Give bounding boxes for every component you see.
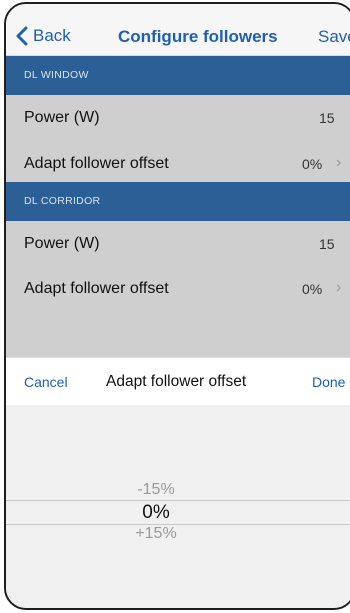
list-empty-area: [6, 312, 350, 357]
row-label: Adapt follower offset: [24, 155, 169, 172]
picker-toolbar: Cancel Adapt follower offset Done: [6, 357, 350, 405]
row-label: Power (W): [24, 109, 100, 126]
back-label: Back: [33, 26, 71, 45]
cancel-button[interactable]: Cancel: [24, 374, 68, 390]
picker-option[interactable]: -15%: [6, 481, 330, 499]
chevron-right-icon: ›: [336, 279, 342, 296]
navigation-bar: Back Configure followers Save: [6, 4, 350, 56]
row-label: Adapt follower offset: [24, 280, 169, 297]
row-label: Power (W): [24, 235, 100, 252]
row-value: 15: [319, 110, 335, 126]
offset-picker-wheel[interactable]: -15% 0% +15%: [6, 405, 350, 608]
section-header-dl-corridor: DL CORRIDOR: [6, 182, 350, 221]
picker-title: Adapt follower offset: [106, 373, 247, 390]
save-button[interactable]: Save: [318, 27, 350, 47]
row-adapt-offset-dl-corridor[interactable]: Adapt follower offset 0% ›: [6, 266, 350, 312]
section-header-dl-window: DL WINDOW: [6, 56, 350, 95]
row-power-dl-window[interactable]: Power (W) 15: [6, 95, 350, 141]
row-power-dl-corridor[interactable]: Power (W) 15: [6, 221, 350, 267]
chevron-left-icon: [16, 26, 28, 46]
chevron-right-icon: ›: [336, 154, 342, 171]
page-title: Configure followers: [118, 27, 278, 46]
picker-selected-option[interactable]: 0%: [6, 502, 330, 524]
row-value: 15: [319, 236, 335, 252]
row-value: 0%: [302, 156, 323, 172]
row-value: 0%: [302, 281, 323, 297]
back-button[interactable]: Back: [16, 26, 71, 46]
row-adapt-offset-dl-window[interactable]: Adapt follower offset 0% ›: [6, 141, 350, 187]
done-button[interactable]: Done: [312, 374, 345, 390]
phone-frame: Back Configure followers Save DL WINDOW …: [4, 2, 350, 610]
picker-option[interactable]: +15%: [6, 525, 330, 543]
picker-selection-line-top: [6, 500, 350, 501]
